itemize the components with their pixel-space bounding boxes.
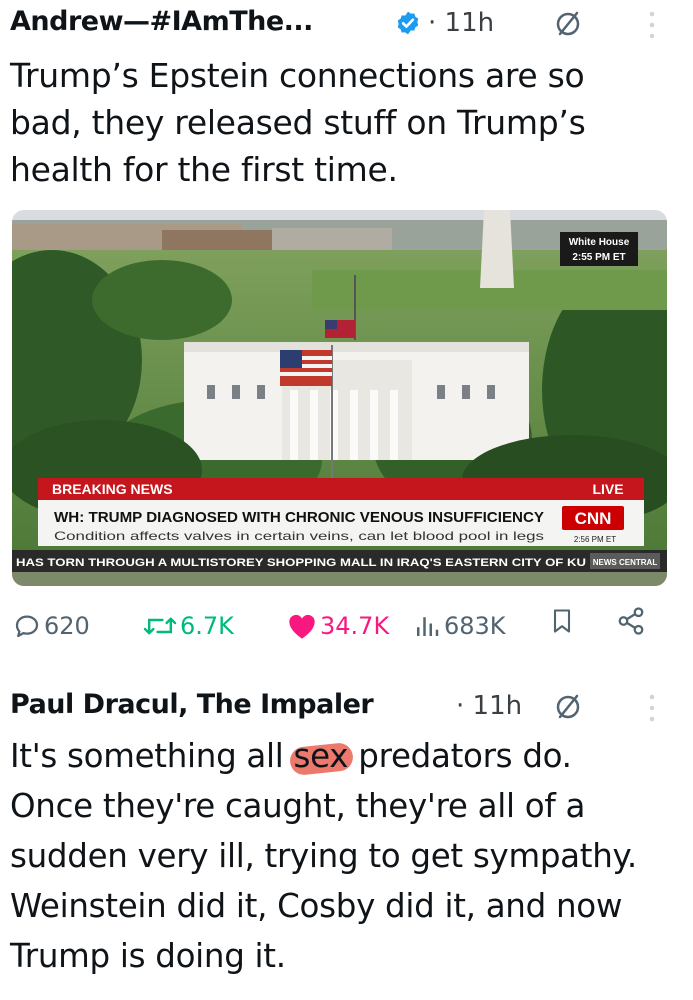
repost-icon — [143, 617, 177, 635]
network-time: 2:56 PM ET — [574, 535, 616, 544]
post-text-segment: It's something all — [10, 737, 294, 775]
author-name[interactable]: Andrew—#IAmThe... — [10, 6, 313, 37]
post-text: Trump’s Epstein connections are so bad, … — [10, 52, 586, 193]
post-time[interactable]: · 11h — [428, 8, 494, 38]
post-text-line: Once they're caught, they're all of a — [10, 787, 586, 825]
no-symbol-icon — [556, 694, 580, 719]
post-text-line: Trump’s Epstein connections are so — [10, 56, 585, 95]
live-label: LIVE — [592, 481, 623, 497]
repost-button[interactable]: 6.7K — [142, 606, 234, 646]
repost-count: 6.7K — [180, 612, 234, 640]
heart-icon — [289, 614, 315, 639]
author-name[interactable]: Paul Dracul, The Impaler — [10, 689, 374, 720]
post-text-line: Trump is doing it. — [10, 937, 286, 975]
more-options-icon[interactable] — [649, 10, 655, 40]
post-text-segment: predators do. — [348, 737, 572, 775]
verified-badge-icon — [397, 11, 419, 35]
post-header: Paul Dracul, The Impaler · 11h — [0, 683, 693, 735]
cnn-logo: CNN — [575, 509, 612, 528]
post-text-line: Weinstein did it, Cosby did it, and now — [10, 887, 623, 925]
views-button[interactable]: 683K — [412, 606, 506, 646]
post-text-line: It's something all sex predators do. — [10, 731, 637, 781]
post-1[interactable]: Andrew—#IAmThe... · 11h Trump’s Epstein … — [0, 0, 693, 640]
post-media-image[interactable]: White House 2:55 PM ET BREAKING NEWS LIV… — [12, 210, 667, 586]
subheadline: Condition affects valves in certain vein… — [54, 529, 544, 543]
post-2[interactable]: Paul Dracul, The Impaler · 11h It's some… — [0, 683, 693, 975]
reply-button[interactable]: 620 — [12, 606, 90, 646]
post-text-line: sudden very ill, trying to get sympathy. — [10, 837, 637, 875]
reply-icon — [15, 615, 39, 638]
views-count: 683K — [444, 612, 506, 640]
no-symbol-icon — [556, 11, 580, 36]
post-actions: 620 6.7K 34.7K 683K — [0, 606, 693, 646]
post-time[interactable]: · 11h — [456, 691, 522, 721]
more-options-icon[interactable] — [649, 693, 655, 723]
post-text-line: health for the first time. — [10, 150, 398, 189]
like-count: 34.7K — [320, 612, 390, 640]
like-button[interactable]: 34.7K — [286, 606, 389, 646]
post-text-line: bad, they released stuff on Trump’s — [10, 103, 586, 142]
highlighted-word: sex — [294, 731, 349, 781]
location-tag: White House — [569, 237, 630, 248]
headline: WH: TRUMP DIAGNOSED WITH CHRONIC VENOUS … — [54, 509, 544, 526]
bookmark-icon — [553, 609, 571, 633]
views-icon — [417, 617, 439, 636]
location-time: 2:55 PM ET — [572, 252, 625, 263]
post-text: It's something all sex predators do. Onc… — [10, 731, 637, 981]
share-icon — [618, 607, 644, 635]
share-button[interactable] — [616, 606, 648, 636]
news-ticker: HAS TORN THROUGH A MULTISTOREY SHOPPING … — [16, 557, 586, 569]
reply-count: 620 — [44, 612, 90, 640]
post-header: Andrew—#IAmThe... · 11h — [0, 0, 693, 52]
ticker-tag: NEWS CENTRAL — [593, 558, 658, 567]
bookmark-button[interactable] — [548, 606, 578, 636]
breaking-news-label: BREAKING NEWS — [52, 481, 173, 497]
